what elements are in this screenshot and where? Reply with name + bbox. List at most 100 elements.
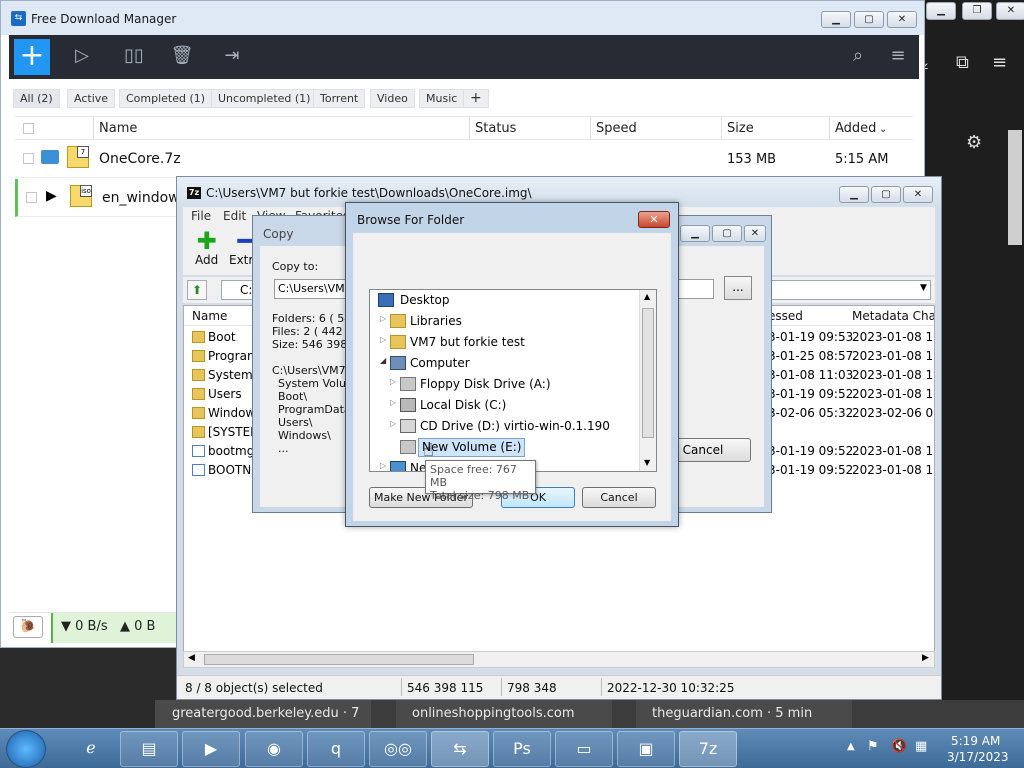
copy-maximize-button[interactable]: ▢	[712, 225, 742, 242]
fdm-add-button[interactable]: +	[14, 39, 50, 75]
add-filter-button[interactable]: +	[463, 89, 489, 108]
action-center-flag-icon[interactable]: ⚑	[867, 739, 879, 754]
cancel-button[interactable]: Cancel	[582, 487, 656, 508]
copy-minimize-button[interactable]: ▁	[680, 225, 710, 242]
address-dropdown-icon[interactable]: ▼	[920, 283, 927, 293]
bg-minimize-button[interactable]: ▁	[926, 2, 956, 20]
play-icon[interactable]: ▶	[46, 188, 57, 204]
col-added[interactable]: Added	[835, 121, 876, 136]
bg-scrollbar[interactable]	[1008, 130, 1022, 245]
pause-icon[interactable]: ▯▯	[121, 43, 147, 69]
expand-icon[interactable]: ▷	[380, 314, 388, 323]
internet-explorer-icon[interactable]: ℯ	[62, 731, 120, 767]
filter-all[interactable]: All (2)	[13, 89, 60, 108]
menu-file[interactable]: File	[191, 209, 211, 223]
eyes-app-icon[interactable]: ◎◎	[369, 731, 427, 767]
col-accessed[interactable]: essed	[768, 309, 803, 323]
snail-mode-icon[interactable]: 🐌	[13, 616, 43, 638]
folder-icon[interactable]	[41, 150, 59, 164]
fdm-taskbar-icon[interactable]: ⇆	[431, 731, 489, 767]
row-checkbox[interactable]	[26, 192, 37, 203]
search-icon[interactable]: ⌕	[845, 43, 871, 69]
bg-restore-button[interactable]: ❐	[962, 2, 992, 20]
filter-music[interactable]: Music	[419, 89, 465, 108]
expand-icon[interactable]: ▷	[380, 335, 388, 344]
sevenzip-horizontal-scrollbar[interactable]: ◀ ▶	[183, 651, 935, 668]
move-folder-icon[interactable]: ⇥	[219, 43, 245, 69]
fdm-titlebar: ⇆ Free Download Manager ▁ ▢ ✕	[1, 1, 924, 35]
up-folder-icon[interactable]: ⬆	[187, 280, 207, 300]
col-size[interactable]: Size	[727, 121, 754, 136]
photoshop-icon[interactable]: Ps	[493, 731, 551, 767]
row-checkbox[interactable]	[23, 153, 34, 164]
expand-icon[interactable]: ▷	[390, 377, 398, 386]
copy-close-button[interactable]: ✕	[744, 225, 766, 242]
media-player-icon[interactable]: ▶	[182, 731, 240, 767]
add-button[interactable]: ✚ Add	[195, 229, 218, 267]
hamburger-menu-icon[interactable]: ≡	[885, 43, 911, 69]
firefox-icon[interactable]: ◉	[245, 731, 303, 767]
network-icon[interactable]: ▦	[915, 739, 927, 754]
extensions-icon[interactable]: ⧉	[956, 52, 969, 73]
scroll-left-icon[interactable]: ◀	[188, 653, 195, 663]
clock-time[interactable]: 5:19 AM	[951, 734, 1000, 748]
trash-icon[interactable]: 🗑	[169, 43, 195, 69]
sz-minimize-button[interactable]: ▁	[839, 186, 869, 203]
filter-video[interactable]: Video	[370, 89, 415, 108]
filter-active[interactable]: Active	[67, 89, 116, 108]
filter-completed[interactable]: Completed (1)	[119, 89, 213, 108]
start-button[interactable]	[6, 730, 46, 768]
col-name[interactable]: Name	[192, 309, 227, 323]
menu-edit[interactable]: Edit	[223, 209, 246, 223]
download-row[interactable]: 7 OneCore.7z 153 MB 5:15 AM	[15, 140, 913, 178]
sz-maximize-button[interactable]: ▢	[871, 186, 901, 203]
folder-tree-scrollbar[interactable]: ▲ ▼	[639, 290, 656, 471]
browser-tab[interactable]: greatergood.berkeley.edu · 7	[172, 706, 359, 721]
browser-tab[interactable]: theguardian.com · 5 min	[652, 706, 812, 721]
expand-icon[interactable]: ▷	[380, 461, 388, 470]
browse-button[interactable]: ...	[724, 276, 752, 300]
browser-tab[interactable]: onlineshoppingtools.com	[412, 706, 575, 721]
qbittorrent-icon[interactable]: q	[307, 731, 365, 767]
browse-close-button[interactable]: ✕	[638, 211, 670, 228]
collapse-icon[interactable]: ◢	[380, 356, 388, 365]
resume-icon[interactable]: ▷	[69, 43, 95, 69]
fdm-maximize-button[interactable]: ▢	[854, 11, 884, 28]
scroll-up-icon[interactable]: ▲	[644, 292, 650, 301]
bg-close-button[interactable]: ✕	[996, 2, 1024, 20]
system-tray: ▲ ⚑ 🔇 ▦ 5:19 AM 3/17/2023	[845, 729, 1024, 768]
sevenzip-logo-icon: 7z	[187, 187, 201, 199]
fdm-minimize-button[interactable]: ▁	[821, 11, 851, 28]
col-name[interactable]: Name	[99, 121, 137, 136]
col-metadata[interactable]: Metadata Cha...	[852, 309, 934, 323]
expand-icon[interactable]: ▷	[390, 419, 398, 428]
folder-icon	[192, 369, 205, 381]
folders-count: Folders: 6 ( 54	[272, 312, 352, 325]
scroll-thumb[interactable]	[204, 654, 474, 665]
explorer-icon[interactable]: ▤	[120, 731, 178, 767]
clock-date[interactable]: 3/17/2023	[947, 750, 1009, 764]
files-count: Files: 2 ( 442	[272, 325, 343, 338]
command-prompt-icon[interactable]: ▭	[555, 731, 613, 767]
scroll-thumb[interactable]	[642, 308, 654, 438]
toolbox-icon[interactable]: ▣	[617, 731, 675, 767]
drive-tooltip: Space free: 767 MB Total size: 798 MB	[425, 460, 536, 502]
menu-icon[interactable]: ≡	[992, 52, 1007, 73]
filter-uncompleted[interactable]: Uncompleted (1)	[211, 89, 318, 108]
tooltip-total-size: Total size: 798 MB	[430, 489, 530, 502]
col-status[interactable]: Status	[475, 121, 516, 136]
scroll-right-icon[interactable]: ▶	[922, 653, 929, 663]
scroll-down-icon[interactable]: ▼	[644, 458, 650, 467]
drive-icon	[400, 440, 416, 454]
select-all-checkbox[interactable]	[23, 123, 34, 134]
sevenzip-taskbar-icon[interactable]: 7z	[679, 731, 737, 767]
gear-icon[interactable]: ⚙	[966, 132, 982, 153]
col-speed[interactable]: Speed	[596, 121, 637, 136]
volume-muted-icon[interactable]: 🔇	[891, 739, 907, 754]
sz-close-button[interactable]: ✕	[903, 186, 933, 203]
expand-icon[interactable]: ▷	[390, 398, 398, 407]
fdm-close-button[interactable]: ✕	[887, 11, 917, 28]
filter-torrent[interactable]: Torrent	[313, 89, 366, 108]
show-hidden-icons-icon[interactable]: ▲	[847, 741, 855, 752]
upload-speed: 0 B	[134, 619, 156, 634]
